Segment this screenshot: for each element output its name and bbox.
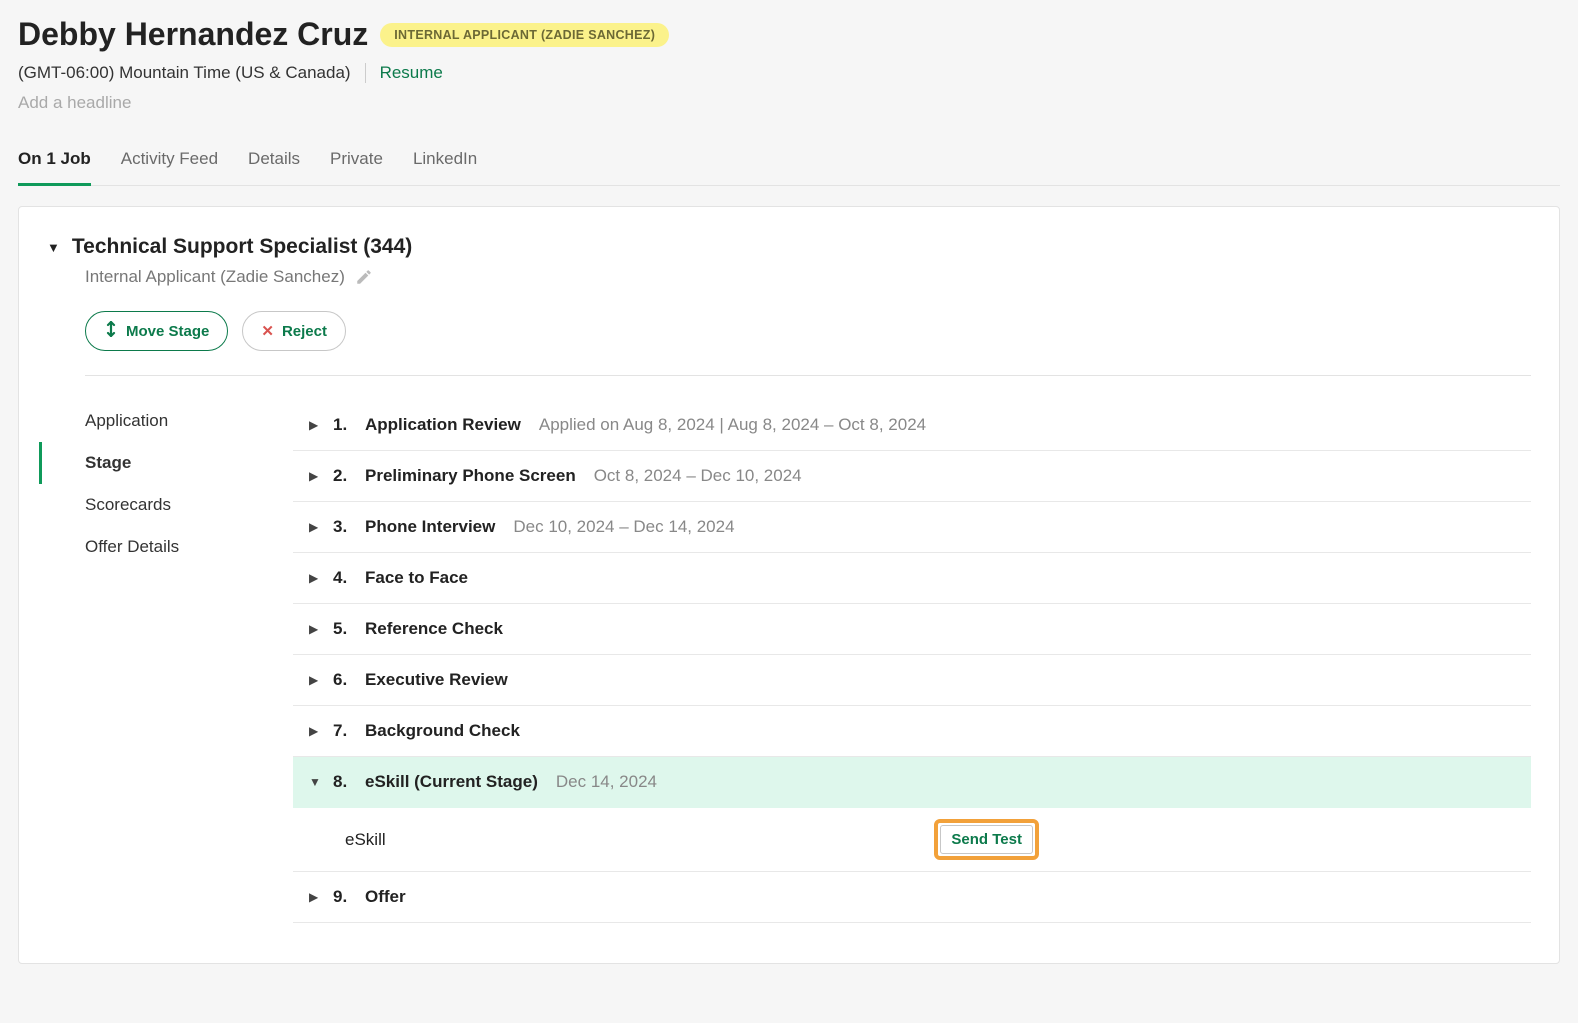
timezone-text: (GMT-06:00) Mountain Time (US & Canada) bbox=[18, 63, 351, 83]
triangle-right-icon[interactable]: ▶ bbox=[309, 520, 321, 534]
stage-name: Phone Interview bbox=[365, 517, 495, 537]
move-stage-label: Move Stage bbox=[126, 323, 209, 340]
move-stage-button[interactable]: Move Stage bbox=[85, 311, 228, 351]
stage-row[interactable]: ▶ 4. Face to Face bbox=[293, 553, 1531, 604]
tabs: On 1 Job Activity Feed Details Private Linke… bbox=[18, 141, 1560, 186]
stage-number: 3. bbox=[333, 517, 353, 537]
tab-linkedin[interactable]: LinkedIn bbox=[413, 141, 477, 186]
triangle-right-icon[interactable]: ▶ bbox=[309, 571, 321, 585]
triangle-right-icon[interactable]: ▶ bbox=[309, 673, 321, 687]
stage-number: 1. bbox=[333, 415, 353, 435]
job-subtitle: Internal Applicant (Zadie Sanchez) bbox=[85, 267, 345, 287]
stage-name: Face to Face bbox=[365, 568, 468, 588]
tab-private[interactable]: Private bbox=[330, 141, 383, 186]
stage-number: 5. bbox=[333, 619, 353, 639]
triangle-right-icon[interactable]: ▶ bbox=[309, 890, 321, 904]
stage-name: Executive Review bbox=[365, 670, 508, 690]
sidebar-item-scorecards[interactable]: Scorecards bbox=[39, 484, 293, 526]
stage-row[interactable]: ▶ 7. Background Check bbox=[293, 706, 1531, 757]
stage-name: eSkill (Current Stage) bbox=[365, 772, 538, 792]
reject-button[interactable]: ✕ Reject bbox=[242, 311, 346, 351]
divider bbox=[365, 63, 366, 83]
stage-number: 2. bbox=[333, 466, 353, 486]
stage-list: ▶ 1. Application Review Applied on Aug 8, 2… bbox=[293, 400, 1559, 923]
tab-activity-feed[interactable]: Activity Feed bbox=[121, 141, 218, 186]
side-nav: ApplicationStageScorecardsOffer Details bbox=[39, 400, 293, 923]
x-icon: ✕ bbox=[261, 322, 274, 340]
stage-number: 9. bbox=[333, 887, 353, 907]
stage-row[interactable]: ▶ 1. Application Review Applied on Aug 8, 2… bbox=[293, 400, 1531, 451]
tab-on-1-job[interactable]: On 1 Job bbox=[18, 141, 91, 186]
candidate-name: Debby Hernandez Cruz bbox=[18, 16, 368, 53]
triangle-right-icon[interactable]: ▶ bbox=[309, 622, 321, 636]
stage-number: 8. bbox=[333, 772, 353, 792]
sidebar-item-offer-details[interactable]: Offer Details bbox=[39, 526, 293, 568]
job-title: Technical Support Specialist (344) bbox=[72, 235, 412, 259]
pencil-icon[interactable] bbox=[355, 268, 373, 286]
add-headline-field[interactable]: Add a headline bbox=[18, 93, 1560, 113]
stage-name: Offer bbox=[365, 887, 406, 907]
stage-name: Background Check bbox=[365, 721, 520, 741]
collapse-triangle-down-icon[interactable]: ▼ bbox=[47, 240, 60, 255]
stage-name: Reference Check bbox=[365, 619, 503, 639]
triangle-right-icon[interactable]: ▶ bbox=[309, 724, 321, 738]
resume-link[interactable]: Resume bbox=[380, 63, 443, 83]
stage-name: Application Review bbox=[365, 415, 521, 435]
tab-details[interactable]: Details bbox=[248, 141, 300, 186]
send-test-button[interactable]: Send Test bbox=[940, 825, 1033, 854]
stage-row[interactable]: ▶ 3. Phone Interview Dec 10, 2024 – Dec 14,… bbox=[293, 502, 1531, 553]
triangle-right-icon[interactable]: ▶ bbox=[309, 418, 321, 432]
stage-dates: Dec 14, 2024 bbox=[556, 772, 657, 792]
reject-label: Reject bbox=[282, 323, 327, 340]
sidebar-item-application[interactable]: Application bbox=[39, 400, 293, 442]
stage-sub-row: eSkill Send Test bbox=[293, 808, 1531, 872]
stage-dates: Dec 10, 2024 – Dec 14, 2024 bbox=[513, 517, 734, 537]
stage-number: 4. bbox=[333, 568, 353, 588]
stage-name: Preliminary Phone Screen bbox=[365, 466, 576, 486]
stage-row[interactable]: ▶ 2. Preliminary Phone Screen Oct 8, 2024 –… bbox=[293, 451, 1531, 502]
send-test-highlight: Send Test bbox=[934, 819, 1039, 860]
stage-row[interactable]: ▶ 6. Executive Review bbox=[293, 655, 1531, 706]
internal-applicant-badge: INTERNAL APPLICANT (ZADIE SANCHEZ) bbox=[380, 23, 669, 47]
stage-sub-label: eSkill bbox=[345, 830, 386, 850]
stage-row[interactable]: ▶ 5. Reference Check bbox=[293, 604, 1531, 655]
sidebar-item-stage[interactable]: Stage bbox=[39, 442, 293, 484]
stage-number: 6. bbox=[333, 670, 353, 690]
triangle-right-icon[interactable]: ▶ bbox=[309, 469, 321, 483]
job-card: ▼ Technical Support Specialist (344) Int… bbox=[18, 206, 1560, 964]
move-arrows-icon bbox=[104, 321, 118, 341]
stage-row[interactable]: ▶ 9. Offer bbox=[293, 872, 1531, 923]
stage-row[interactable]: ▼ 8. eSkill (Current Stage) Dec 14, 2024 bbox=[293, 757, 1531, 808]
divider bbox=[85, 375, 1531, 376]
stage-number: 7. bbox=[333, 721, 353, 741]
stage-dates: Applied on Aug 8, 2024 | Aug 8, 2024 – O… bbox=[539, 415, 926, 435]
stage-dates: Oct 8, 2024 – Dec 10, 2024 bbox=[594, 466, 802, 486]
triangle-down-icon[interactable]: ▼ bbox=[309, 775, 321, 789]
